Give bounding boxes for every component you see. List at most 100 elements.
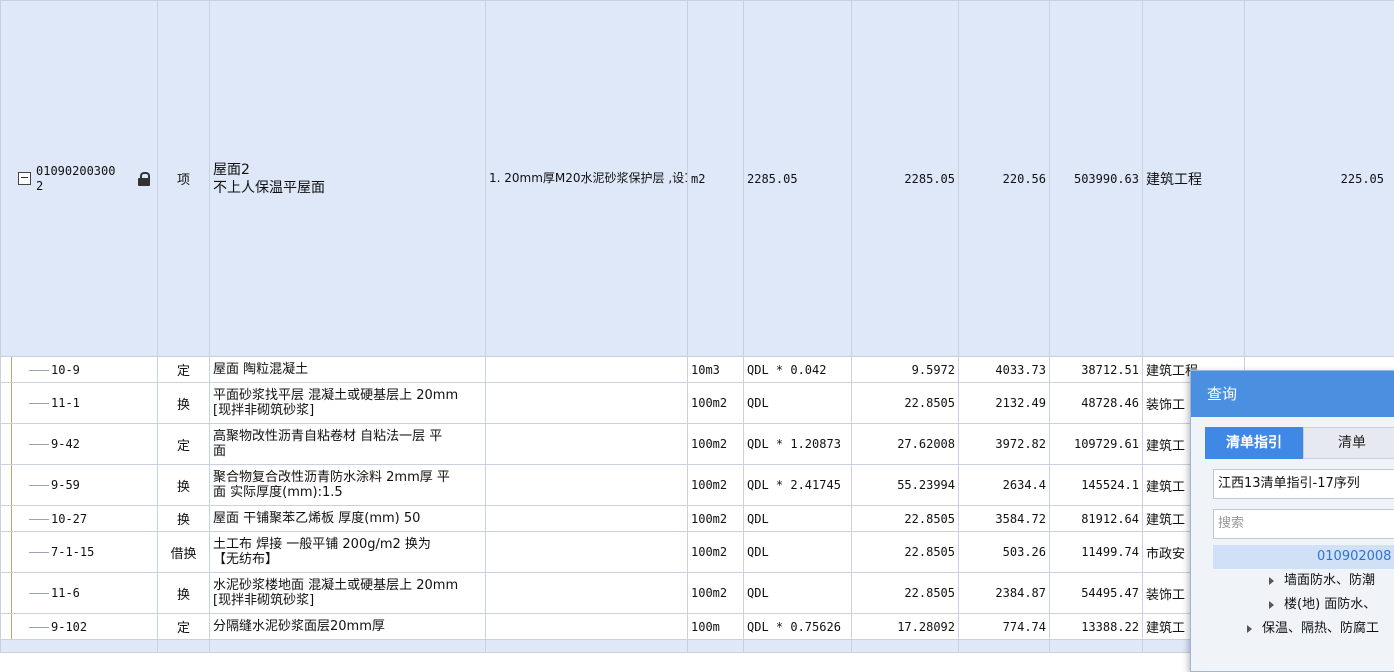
code-line1: 01090200300 (36, 164, 115, 178)
quota-name-cell: 高聚物改性沥青自粘卷材 自粘法一层 平 面 (210, 424, 486, 465)
quota-row[interactable]: 9-59换聚合物复合改性沥青防水涂料 2mm厚 平 面 实际厚度(mm):1.5… (1, 465, 1394, 506)
quota-row[interactable]: 9-102定分隔缝水泥砂浆面层20mm厚 100mQDL * 0.7562617.… (1, 614, 1394, 640)
quota-expr-cell: QDL * 2.41745 (744, 465, 852, 506)
quota-type-cell: 定 (158, 357, 210, 383)
quota-expr-cell: QDL (744, 573, 852, 614)
quota-qty-cell: 22.8505 (852, 506, 959, 532)
name-line2: 不上人保温平屋面 (213, 180, 325, 196)
quota-expr-cell: QDL * 0.75626 (744, 614, 852, 640)
bill-table: − 01090200300 2 项 屋面2 不上人保温平屋面 1. 20mm厚M… (0, 0, 1394, 653)
quota-unit-cell: 100m2 (688, 465, 744, 506)
quota-expr-cell: QDL (744, 532, 852, 573)
quota-unit-cell: 100m2 (688, 424, 744, 465)
quota-price-cell: 3972.82 (959, 424, 1050, 465)
quota-desc-cell (486, 532, 688, 573)
quota-row[interactable]: 11-1换平面砂浆找平层 混凝土或硬基层上 20mm [现拌非砌筑砂浆] 100m… (1, 383, 1394, 424)
quota-code-cell: 10-9 (1, 357, 158, 383)
tree-node[interactable]: 楼(地) 面防水、 (1213, 593, 1394, 617)
last-cell: 225.05 (1245, 1, 1394, 357)
quota-unit-cell: 100m2 (688, 573, 744, 614)
quota-qty-cell: 22.8505 (852, 383, 959, 424)
quota-expr-cell: QDL * 1.20873 (744, 424, 852, 465)
query-panel: 查询 清单指引 清单 江西13清单指引-17序列 搜索 010902008 墙面… (1190, 370, 1394, 672)
tree-node[interactable]: 墙面防水、防潮 (1213, 569, 1394, 593)
quota-row[interactable]: 7-1-15借换土工布 焊接 一般平铺 200g/m2 换为 【无纺布】100m… (1, 532, 1394, 573)
quota-price-cell: 2384.87 (959, 573, 1050, 614)
quota-desc-cell (486, 383, 688, 424)
next-bill-row[interactable] (1, 640, 1394, 653)
quota-unit-cell: 100m2 (688, 532, 744, 573)
quota-qty-cell: 22.8505 (852, 573, 959, 614)
quota-price-cell: 774.74 (959, 614, 1050, 640)
name-line1: 屋面2 (213, 162, 250, 178)
quota-name-cell: 平面砂浆找平层 混凝土或硬基层上 20mm [现拌非砌筑砂浆] (210, 383, 486, 424)
quota-row[interactable]: 9-42定高聚物改性沥青自粘卷材 自粘法一层 平 面 100m2QDL * 1.2… (1, 424, 1394, 465)
quota-name-cell: 屋面 干铺聚苯乙烯板 厚度(mm) 50 (210, 506, 486, 532)
expand-arrow-icon[interactable] (1269, 601, 1274, 609)
quota-price-cell: 4033.73 (959, 357, 1050, 383)
quota-type-cell: 换 (158, 573, 210, 614)
quota-desc-cell (486, 573, 688, 614)
quota-expr-cell: QDL (744, 506, 852, 532)
total-cell: 503990.63 (1050, 1, 1143, 357)
quota-price-cell: 503.26 (959, 532, 1050, 573)
code-cell: − 01090200300 2 (1, 1, 158, 357)
quota-name-cell: 屋面 陶粒混凝土 (210, 357, 486, 383)
price-cell: 220.56 (959, 1, 1050, 357)
quota-row[interactable]: 11-6换水泥砂浆楼地面 混凝土或硬基层上 20mm [现拌非砌筑砂浆] 100m… (1, 573, 1394, 614)
quota-total-cell: 13388.22 (1050, 614, 1143, 640)
guide-tree: 010902008 墙面防水、防潮 楼(地) 面防水、 保温、隔热、防腐工 (1213, 545, 1394, 641)
quota-qty-cell: 17.28092 (852, 614, 959, 640)
description-cell: 1. 20mm厚M20水泥砂浆保护层 ,设1mx1m分隔缝,缝宽20mm,缝 内… (486, 1, 688, 357)
bill-item-row[interactable]: − 01090200300 2 项 屋面2 不上人保温平屋面 1. 20mm厚M… (1, 1, 1394, 357)
quota-type-cell: 换 (158, 383, 210, 424)
quota-unit-cell: 100m2 (688, 506, 744, 532)
quota-type-cell: 换 (158, 465, 210, 506)
expand-arrow-icon[interactable] (1269, 577, 1274, 585)
search-input[interactable]: 搜索 (1213, 509, 1394, 539)
quota-type-cell: 定 (158, 424, 210, 465)
quota-price-cell: 2634.4 (959, 465, 1050, 506)
lock-icon (138, 172, 150, 186)
quota-desc-cell (486, 357, 688, 383)
quota-qty-cell: 55.23994 (852, 465, 959, 506)
quota-total-cell: 38712.51 (1050, 357, 1143, 383)
quota-type-cell: 定 (158, 614, 210, 640)
quota-code-cell: 11-6 (1, 573, 158, 614)
tab-bill-guide[interactable]: 清单指引 (1205, 427, 1303, 459)
quota-unit-cell: 100m2 (688, 383, 744, 424)
type-cell: 项 (158, 1, 210, 357)
quota-row[interactable]: 10-9定屋面 陶粒混凝土10m3QDL * 0.0429.59724033.7… (1, 357, 1394, 383)
quota-desc-cell (486, 506, 688, 532)
quota-price-cell: 2132.49 (959, 383, 1050, 424)
category-cell: 建筑工程 (1143, 1, 1245, 357)
quota-total-cell: 109729.61 (1050, 424, 1143, 465)
quota-code-cell: 9-59 (1, 465, 158, 506)
quota-total-cell: 48728.46 (1050, 383, 1143, 424)
quota-code-cell: 9-102 (1, 614, 158, 640)
collapse-icon[interactable]: − (18, 172, 31, 185)
library-select[interactable]: 江西13清单指引-17序列 (1213, 469, 1394, 499)
quota-code-cell: 11-1 (1, 383, 158, 424)
quota-total-cell: 81912.64 (1050, 506, 1143, 532)
quota-name-cell: 水泥砂浆楼地面 混凝土或硬基层上 20mm [现拌非砌筑砂浆] (210, 573, 486, 614)
name-cell: 屋面2 不上人保温平屋面 (210, 1, 486, 357)
quota-name-cell: 分隔缝水泥砂浆面层20mm厚 (210, 614, 486, 640)
quota-row[interactable]: 10-27换屋面 干铺聚苯乙烯板 厚度(mm) 50100m2QDL22.850… (1, 506, 1394, 532)
quota-qty-cell: 27.62008 (852, 424, 959, 465)
quota-total-cell: 54495.47 (1050, 573, 1143, 614)
quota-total-cell: 11499.74 (1050, 532, 1143, 573)
quota-desc-cell (486, 465, 688, 506)
quota-price-cell: 3584.72 (959, 506, 1050, 532)
quota-type-cell: 借换 (158, 532, 210, 573)
tree-node[interactable]: 保温、隔热、防腐工 (1213, 617, 1394, 641)
quota-qty-cell: 22.8505 (852, 532, 959, 573)
tab-bill-list[interactable]: 清单 (1303, 427, 1394, 459)
quota-code-cell: 9-42 (1, 424, 158, 465)
expr-cell: 2285.05 (744, 1, 852, 357)
quota-total-cell: 145524.1 (1050, 465, 1143, 506)
panel-title: 查询 (1191, 371, 1394, 417)
expand-arrow-icon[interactable] (1247, 625, 1252, 633)
tree-node-selected[interactable]: 010902008 (1213, 545, 1394, 569)
quota-unit-cell: 100m (688, 614, 744, 640)
